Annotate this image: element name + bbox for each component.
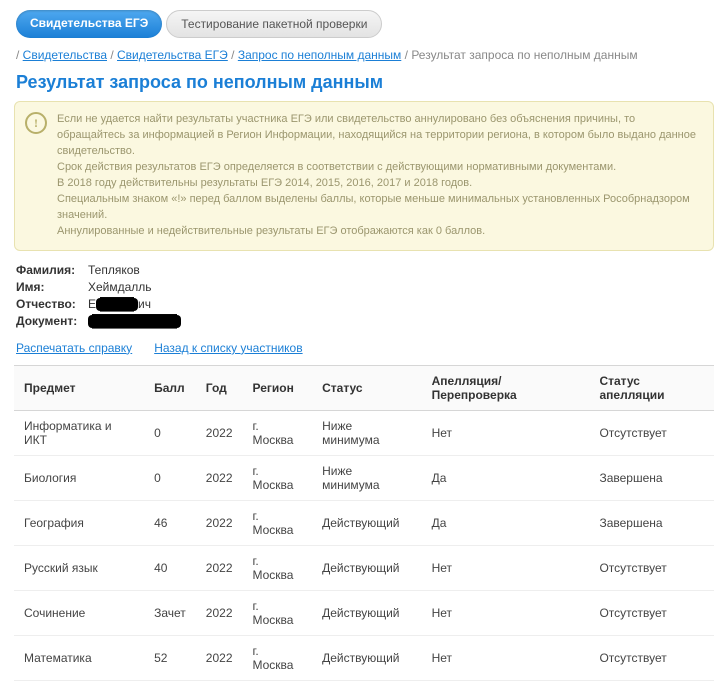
cell-appeal: Нет — [422, 590, 590, 635]
cell-status: Действующий — [312, 500, 421, 545]
breadcrumb-link-1[interactable]: Свидетельства — [23, 48, 107, 62]
label-name: Имя: — [16, 280, 88, 294]
cell-year: 2022 — [196, 545, 243, 590]
cell-appeal-status: Отсутствует — [589, 635, 714, 680]
notice-line: Специальным знаком «!» перед баллом выде… — [57, 192, 703, 224]
cell-region: г. Москва — [243, 635, 313, 680]
redacted-patronymic: ████ — [96, 298, 138, 311]
label-surname: Фамилия: — [16, 263, 88, 277]
cell-appeal: Нет — [422, 545, 590, 590]
tab-certificates[interactable]: Свидетельства ЕГЭ — [16, 10, 162, 38]
th-appeal: Апелляция/Перепроверка — [422, 365, 590, 410]
table-row: Русский язык402022г. МоскваДействующийНе… — [14, 545, 714, 590]
table-row: СочинениеЗачет2022г. МоскваДействующийНе… — [14, 590, 714, 635]
cell-region: г. Москва — [243, 545, 313, 590]
cell-appeal: Нет — [422, 635, 590, 680]
cell-status: Действующий — [312, 635, 421, 680]
notice-line: В 2018 году действительны результаты ЕГЭ… — [57, 176, 703, 192]
back-link[interactable]: Назад к списку участников — [154, 341, 302, 355]
cell-score: Зачет — [144, 590, 196, 635]
cell-region: г. Москва — [243, 590, 313, 635]
cell-appeal: Нет — [422, 410, 590, 455]
th-year: Год — [196, 365, 243, 410]
cell-appeal-status: Завершена — [589, 455, 714, 500]
tab-batch-test[interactable]: Тестирование пакетной проверки — [166, 10, 382, 38]
value-document: ██████████ — [88, 314, 181, 328]
cell-year: 2022 — [196, 590, 243, 635]
redacted-document: ██████████ — [88, 315, 181, 328]
th-region: Регион — [243, 365, 313, 410]
info-icon: ! — [25, 112, 47, 134]
notice-line: Срок действия результатов ЕГЭ определяет… — [57, 160, 703, 176]
cell-score: 46 — [144, 500, 196, 545]
label-patronymic: Отчество: — [16, 297, 88, 311]
patronymic-suffix: ич — [138, 297, 151, 311]
cell-subject: Русский язык — [14, 545, 144, 590]
patronymic-prefix: Е — [88, 297, 96, 311]
cell-status: Ниже минимума — [312, 410, 421, 455]
cell-appeal-status: Отсутствует — [589, 545, 714, 590]
label-document: Документ: — [16, 314, 88, 328]
table-row: География462022г. МоскваДействующийДаЗав… — [14, 500, 714, 545]
th-status: Статус — [312, 365, 421, 410]
breadcrumb-link-2[interactable]: Свидетельства ЕГЭ — [117, 48, 228, 62]
print-link[interactable]: Распечатать справку — [16, 341, 132, 355]
breadcrumb-current: Результат запроса по неполным данным — [411, 48, 637, 62]
tabs-bar: Свидетельства ЕГЭ Тестирование пакетной … — [0, 0, 728, 38]
value-name: Хеймдалль — [88, 280, 152, 294]
cell-status: Ниже минимума — [312, 455, 421, 500]
th-score: Балл — [144, 365, 196, 410]
cell-subject: Информатика и ИКТ — [14, 410, 144, 455]
notice-line: Аннулированные и недействительные резуль… — [57, 224, 703, 240]
cell-score: 0 — [144, 455, 196, 500]
results-table: Предмет Балл Год Регион Статус Апелляция… — [14, 365, 714, 681]
cell-year: 2022 — [196, 500, 243, 545]
cell-subject: Биология — [14, 455, 144, 500]
value-patronymic: Е████ич — [88, 297, 151, 311]
cell-appeal-status: Завершена — [589, 500, 714, 545]
cell-region: г. Москва — [243, 500, 313, 545]
table-row: Математика522022г. МоскваДействующийНетО… — [14, 635, 714, 680]
th-appeal-status: Статус апелляции — [589, 365, 714, 410]
table-row: Биология02022г. МоскваНиже минимумаДаЗав… — [14, 455, 714, 500]
notice-line: Если не удается найти результаты участни… — [57, 112, 703, 160]
table-header-row: Предмет Балл Год Регион Статус Апелляция… — [14, 365, 714, 410]
cell-appeal-status: Отсутствует — [589, 410, 714, 455]
cell-appeal: Да — [422, 455, 590, 500]
cell-appeal: Да — [422, 500, 590, 545]
cell-subject: География — [14, 500, 144, 545]
cell-year: 2022 — [196, 455, 243, 500]
notice-box: ! Если не удается найти результаты участ… — [14, 101, 714, 251]
value-surname: Тепляков — [88, 263, 140, 277]
cell-subject: Сочинение — [14, 590, 144, 635]
cell-status: Действующий — [312, 545, 421, 590]
cell-appeal-status: Отсутствует — [589, 590, 714, 635]
cell-subject: Математика — [14, 635, 144, 680]
cell-region: г. Москва — [243, 410, 313, 455]
cell-score: 0 — [144, 410, 196, 455]
notice-text: Если не удается найти результаты участни… — [57, 112, 703, 240]
cell-score: 52 — [144, 635, 196, 680]
cell-year: 2022 — [196, 410, 243, 455]
cell-year: 2022 — [196, 635, 243, 680]
th-subject: Предмет — [14, 365, 144, 410]
person-block: Фамилия: Тепляков Имя: Хеймдалль Отчеств… — [0, 263, 728, 339]
breadcrumb: / Свидетельства / Свидетельства ЕГЭ / За… — [0, 38, 728, 66]
breadcrumb-link-3[interactable]: Запрос по неполным данным — [238, 48, 401, 62]
action-links: Распечатать справку Назад к списку участ… — [0, 339, 728, 365]
table-row: Информатика и ИКТ02022г. МоскваНиже мини… — [14, 410, 714, 455]
cell-status: Действующий — [312, 590, 421, 635]
cell-region: г. Москва — [243, 455, 313, 500]
cell-score: 40 — [144, 545, 196, 590]
page-title: Результат запроса по неполным данным — [0, 66, 728, 101]
